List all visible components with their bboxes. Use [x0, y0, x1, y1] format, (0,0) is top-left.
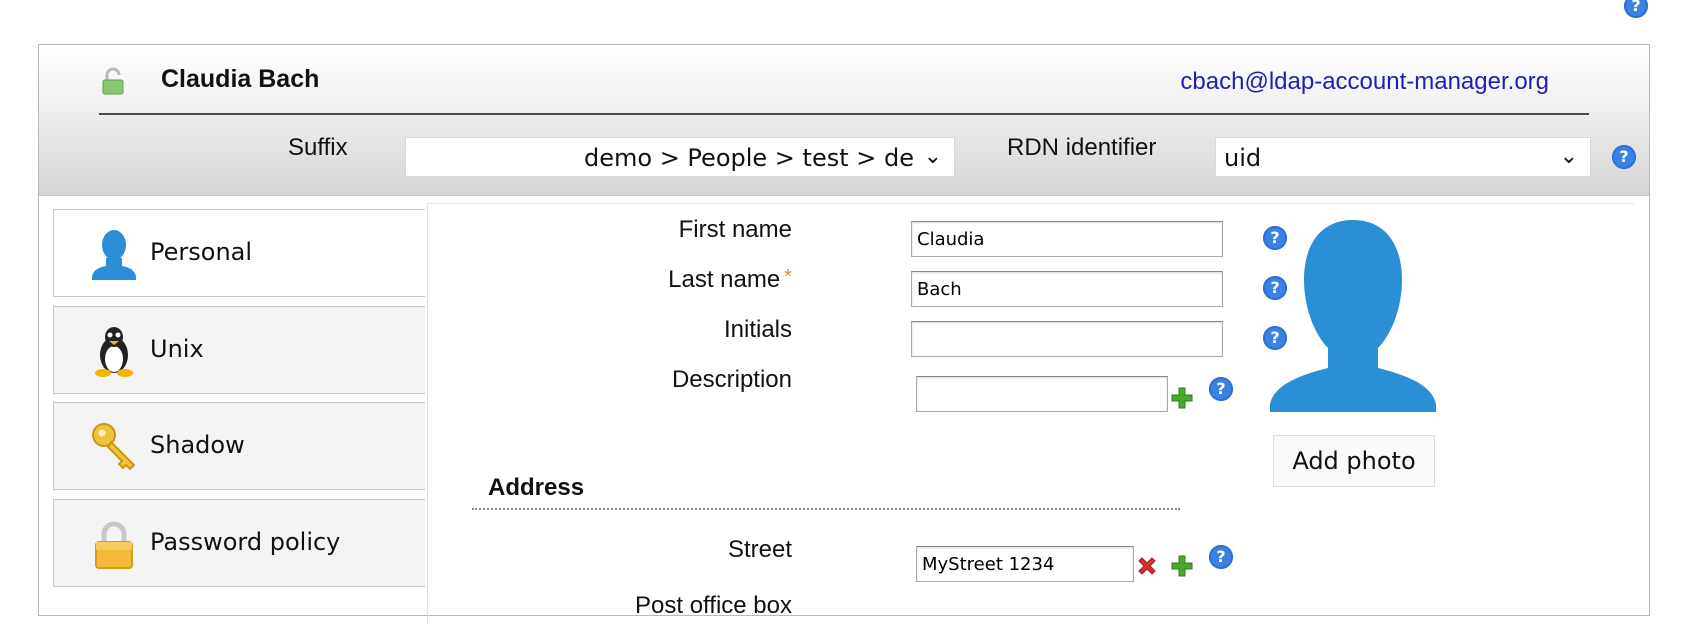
first-name-label: First name — [678, 216, 792, 243]
tab-unix[interactable]: Unix — [53, 306, 425, 394]
tux-penguin-icon — [95, 327, 133, 377]
person-icon — [92, 230, 136, 280]
padlock-icon — [95, 521, 133, 569]
street-input[interactable] — [916, 546, 1134, 582]
key-icon — [92, 423, 136, 471]
initials-label: Initials — [723, 316, 792, 343]
post-office-box-label: Post office box — [635, 592, 792, 619]
add-photo-button[interactable]: Add photo — [1273, 435, 1435, 487]
help-icon[interactable]: ? — [1612, 145, 1636, 169]
last-name-label-text: Last name — [668, 266, 781, 293]
lock-open-icon — [102, 67, 124, 95]
user-avatar-icon — [1270, 220, 1436, 412]
account-header: Claudia Bach cbach@ldap-account-manager.… — [39, 45, 1649, 196]
chevron-down-icon: ⌄ — [923, 144, 942, 169]
required-marker: * — [784, 266, 792, 288]
help-icon[interactable]: ? — [1624, 0, 1648, 18]
address-section-title: Address — [488, 474, 585, 501]
account-email[interactable]: cbach@ldap-account-manager.org — [1180, 68, 1549, 96]
description-label: Description — [671, 366, 792, 393]
suffix-label: Suffix — [288, 134, 348, 161]
chevron-down-icon: ⌄ — [1559, 144, 1578, 169]
street-label: Street — [727, 536, 792, 563]
tab-label: Unix — [150, 335, 204, 363]
tab-personal[interactable]: Personal — [53, 209, 425, 297]
tab-password-policy[interactable]: Password policy — [53, 499, 425, 587]
account-name: Claudia Bach — [161, 65, 320, 93]
initials-input[interactable] — [911, 321, 1223, 357]
help-icon[interactable]: ? — [1209, 377, 1233, 401]
rdn-identifier-select[interactable]: uid ⌄ — [1215, 137, 1591, 177]
rdn-identifier-label: RDN identifier — [1007, 134, 1157, 161]
tab-label: Password policy — [150, 528, 341, 556]
personal-form: First name ? Last name* ? Initials ? Des… — [427, 203, 1634, 624]
section-divider — [472, 508, 1180, 510]
last-name-label: Last name * — [492, 266, 792, 294]
suffix-select[interactable]: demo > People > test > de ⌄ — [405, 137, 955, 177]
tab-label: Personal — [150, 238, 253, 266]
description-input[interactable] — [916, 376, 1168, 412]
help-icon[interactable]: ? — [1209, 545, 1233, 569]
first-name-input[interactable] — [911, 221, 1223, 257]
add-icon[interactable] — [1170, 386, 1194, 410]
tab-label: Shadow — [150, 431, 245, 459]
last-name-input[interactable] — [911, 271, 1223, 307]
tab-shadow[interactable]: Shadow — [53, 402, 425, 490]
add-icon[interactable] — [1170, 554, 1194, 578]
remove-icon[interactable] — [1135, 554, 1159, 578]
header-divider — [99, 113, 1589, 115]
account-editor: Claudia Bach cbach@ldap-account-manager.… — [38, 44, 1650, 624]
suffix-value: demo > People > test > de — [584, 144, 914, 172]
rdn-identifier-value: uid — [1224, 144, 1262, 172]
